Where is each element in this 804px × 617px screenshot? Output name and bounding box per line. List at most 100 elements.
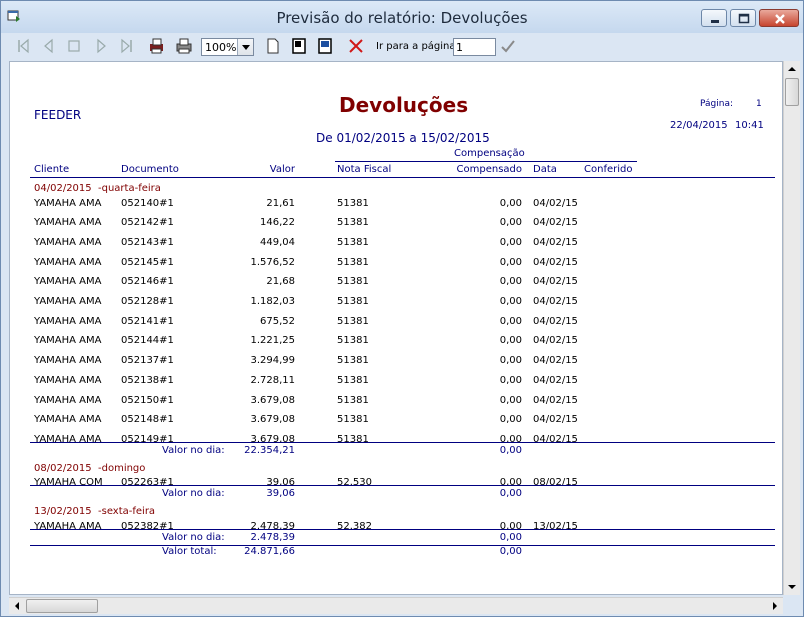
maximize-icon xyxy=(738,13,750,24)
group-date: 13/02/2015 xyxy=(34,506,92,518)
last-page-icon[interactable] xyxy=(117,37,135,55)
first-page-icon[interactable] xyxy=(15,37,33,55)
row-cliente: YAMAHA AMA xyxy=(34,335,102,347)
row-nota-fiscal: 51381 xyxy=(337,394,369,406)
toolbar: 100% Ir para a página xyxy=(1,33,803,59)
group-separator-line xyxy=(30,528,775,530)
row-cliente: YAMAHA AMA xyxy=(34,296,102,307)
column-header-data: Data xyxy=(533,164,557,175)
row-cliente: YAMAHA AMA xyxy=(34,315,102,327)
horizontal-scrollbar[interactable] xyxy=(9,597,783,614)
next-page-icon[interactable] xyxy=(92,37,110,55)
column-header-nota-fiscal: Nota Fiscal xyxy=(337,164,392,175)
row-compensado: 0,00 xyxy=(499,374,522,386)
print-setup-icon[interactable] xyxy=(148,37,166,55)
row-data: 04/02/15 xyxy=(533,394,578,406)
zoom-select[interactable]: 100% xyxy=(201,38,254,56)
subtotal-compensado: 0,00 xyxy=(499,531,522,543)
row-compensado: 0,00 xyxy=(499,520,522,532)
minimize-icon xyxy=(711,20,719,23)
row-valor: 146,22 xyxy=(260,217,295,229)
row-data: 04/02/15 xyxy=(533,296,578,307)
page-label: Página: xyxy=(700,99,734,109)
subtotal-value: 39,06 xyxy=(266,488,295,500)
row-nota-fiscal: 51381 xyxy=(337,355,369,367)
row-compensado: 0,00 xyxy=(499,433,522,445)
group-weekday: -sexta-feira xyxy=(98,506,156,518)
row-documento: 052128#1 xyxy=(121,296,174,307)
goto-page-input[interactable] xyxy=(453,38,496,56)
single-page-icon[interactable] xyxy=(264,37,282,55)
title-bar[interactable]: Previsão do relatório: Devoluções xyxy=(1,1,803,33)
whole-page-icon[interactable] xyxy=(316,37,334,55)
row-data: 08/02/15 xyxy=(533,477,578,489)
scroll-right-icon[interactable] xyxy=(767,598,783,614)
horizontal-scroll-thumb[interactable] xyxy=(26,599,98,613)
row-documento: 052150#1 xyxy=(121,394,174,406)
page-width-icon[interactable] xyxy=(290,37,308,55)
row-cliente: YAMAHA AMA xyxy=(34,236,102,248)
row-valor: 3.679,08 xyxy=(250,433,295,445)
scroll-down-icon[interactable] xyxy=(784,579,800,595)
row-compensado: 0,00 xyxy=(499,256,522,268)
minimize-button[interactable] xyxy=(701,9,727,27)
group-weekday: -quarta-feira xyxy=(98,183,161,194)
close-preview-icon[interactable] xyxy=(347,37,365,55)
print-icon[interactable] xyxy=(175,37,193,55)
chevron-down-icon[interactable] xyxy=(237,39,253,55)
stop-icon[interactable] xyxy=(65,37,83,55)
vertical-scroll-thumb[interactable] xyxy=(785,78,799,106)
row-cliente: YAMAHA AMA xyxy=(34,394,102,406)
row-compensado: 0,00 xyxy=(499,477,522,489)
subtotal-compensado: 0,00 xyxy=(499,444,522,456)
zoom-value: 100% xyxy=(205,41,237,54)
group-separator-line xyxy=(30,544,775,546)
header-line xyxy=(30,177,775,178)
group-separator-line xyxy=(30,485,775,487)
scroll-left-icon[interactable] xyxy=(9,598,25,614)
maximize-button[interactable] xyxy=(730,9,756,27)
row-nota-fiscal: 51381 xyxy=(337,256,369,268)
subtotal-value: 2.478,39 xyxy=(250,531,295,543)
row-valor: 3.679,08 xyxy=(250,394,295,406)
report-date: 22/04/2015 xyxy=(670,120,728,131)
previous-page-icon[interactable] xyxy=(40,37,58,55)
row-valor: 1.221,25 xyxy=(250,335,295,347)
row-documento: 052263#1 xyxy=(121,477,174,489)
row-nota-fiscal: 52.530 xyxy=(337,477,372,489)
row-compensado: 0,00 xyxy=(499,414,522,426)
row-valor: 21,61 xyxy=(266,197,295,209)
row-documento: 052145#1 xyxy=(121,256,174,268)
row-documento: 052140#1 xyxy=(121,197,174,209)
row-data: 04/02/15 xyxy=(533,315,578,327)
row-documento: 052141#1 xyxy=(121,315,174,327)
row-compensado: 0,00 xyxy=(499,197,522,209)
row-nota-fiscal: 51381 xyxy=(337,335,369,347)
row-documento: 052144#1 xyxy=(121,335,174,347)
group-separator-line xyxy=(30,441,775,443)
row-nota-fiscal: 51381 xyxy=(337,276,369,288)
row-valor: 449,04 xyxy=(260,236,295,248)
row-documento: 052146#1 xyxy=(121,276,174,288)
row-documento: 052382#1 xyxy=(121,520,174,532)
column-header-valor: Valor xyxy=(269,164,295,175)
row-nota-fiscal: 51381 xyxy=(337,236,369,248)
row-data: 13/02/15 xyxy=(533,520,578,532)
checkmark-icon[interactable] xyxy=(499,37,517,55)
subtotal-value: 22.354,21 xyxy=(244,444,295,456)
row-cliente: YAMAHA AMA xyxy=(34,197,102,209)
row-valor: 2.728,11 xyxy=(250,374,295,386)
vertical-scrollbar[interactable] xyxy=(783,61,800,595)
row-documento: 052148#1 xyxy=(121,414,174,426)
report-period: De 01/02/2015 a 15/02/2015 xyxy=(316,131,490,145)
scroll-up-icon[interactable] xyxy=(784,61,800,77)
row-cliente: YAMAHA AMA xyxy=(34,217,102,229)
row-data: 04/02/15 xyxy=(533,355,578,367)
total-label: Valor total: xyxy=(162,545,217,557)
group-date: 08/02/2015 xyxy=(34,462,92,474)
row-cliente: YAMAHA AMA xyxy=(34,355,102,367)
close-button[interactable] xyxy=(759,9,799,27)
row-cliente: YAMAHA AMA xyxy=(34,256,102,268)
goto-page-label: Ir para a página xyxy=(376,41,456,52)
row-compensado: 0,00 xyxy=(499,217,522,229)
